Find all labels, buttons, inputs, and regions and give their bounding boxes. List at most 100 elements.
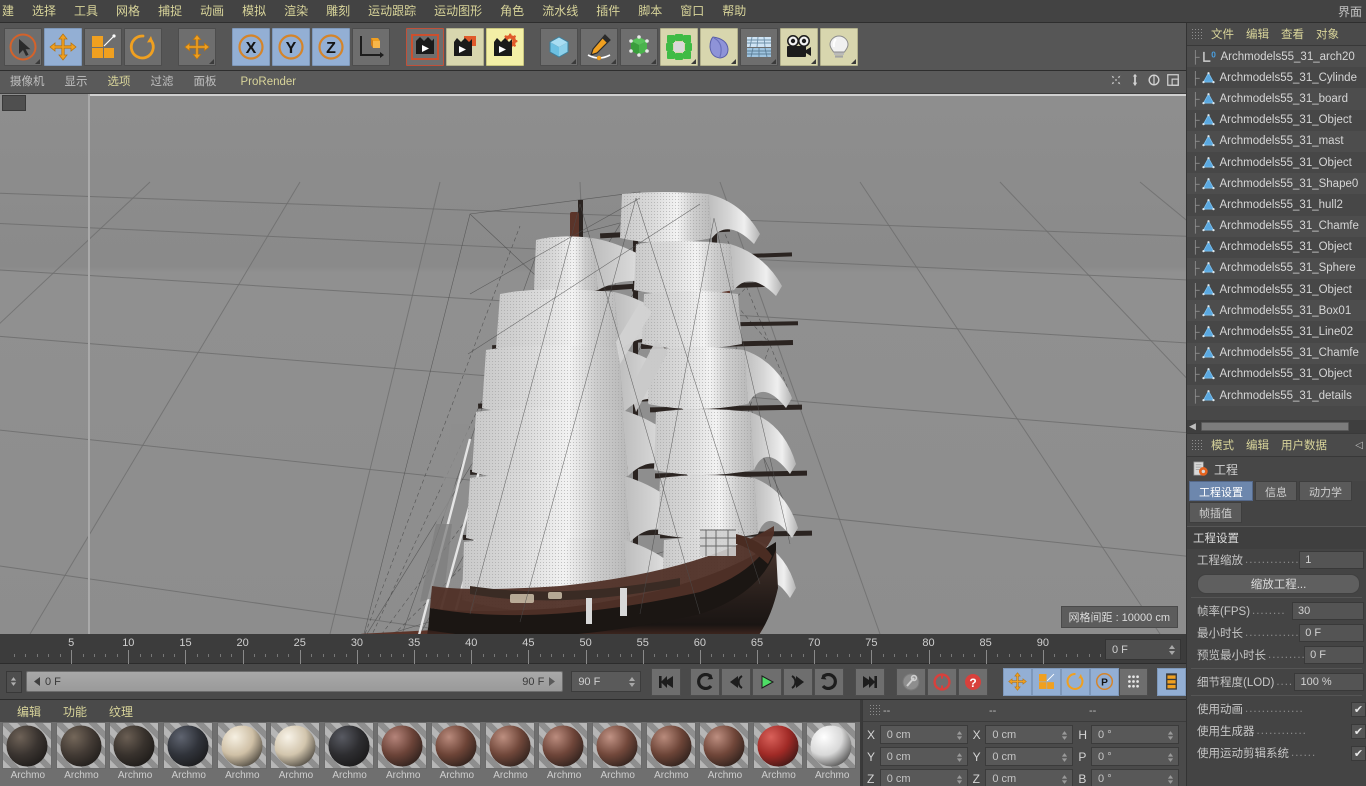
end-frame-field[interactable]: 90 F — [571, 671, 641, 692]
coord-field-position[interactable]: 0 cm — [879, 769, 968, 786]
move-tool[interactable] — [44, 27, 82, 66]
object-list-item[interactable]: ├ Archmodels55_31_Object — [1187, 109, 1366, 131]
render-settings-button[interactable] — [486, 27, 524, 66]
material-menu-0[interactable]: 编辑 — [6, 703, 52, 720]
frame-spinner-icon[interactable] — [1168, 644, 1176, 659]
hscroll-thumb[interactable] — [1201, 422, 1349, 431]
coord-spinner-icon[interactable] — [956, 730, 963, 744]
attribute-menu-2[interactable]: 用户数据 — [1275, 437, 1333, 453]
move-axis-tool[interactable] — [178, 27, 216, 66]
parameter-key-toggle[interactable]: P — [1090, 667, 1119, 696]
menu-item-16[interactable]: 帮助 — [713, 0, 755, 22]
object-manager-menu-1[interactable]: 编辑 — [1240, 26, 1275, 42]
object-list-item[interactable]: ├ Archmodels55_31_Object — [1187, 279, 1366, 301]
menu-item-4[interactable]: 捕捉 — [149, 0, 191, 22]
render-view-button[interactable] — [406, 27, 444, 66]
add-scene-environment-button[interactable] — [740, 27, 778, 66]
material-menu-2[interactable]: 纹理 — [98, 703, 144, 720]
object-list-hscrollbar[interactable]: ◀ — [1187, 420, 1366, 433]
timeline-ruler[interactable]: 5 10 15 20 25 30 35 40 45 50 55 60 65 70 75 80 85 90 — [0, 634, 1186, 664]
attribute-menu-0[interactable]: 模式 — [1205, 437, 1240, 453]
rotate-tool[interactable] — [124, 27, 162, 66]
live-selection-tool[interactable] — [4, 27, 42, 66]
material-swatch[interactable]: Archmo — [538, 722, 590, 786]
attribute-value-field[interactable]: 0 F — [1299, 624, 1364, 642]
panel-grip-icon[interactable] — [1191, 438, 1202, 452]
coord-field-position[interactable]: 0 cm — [879, 747, 968, 766]
timeline-toggle[interactable] — [1157, 667, 1186, 696]
material-swatch[interactable]: Archmo — [431, 722, 483, 786]
panel-grip-icon[interactable] — [1191, 27, 1202, 41]
end-frame-spinner-icon[interactable] — [628, 676, 636, 691]
coord-spinner-icon[interactable] — [1061, 774, 1068, 786]
attribute-tabs[interactable]: 工程设置 信息 动力学 — [1187, 481, 1366, 501]
attribute-tabs-row2[interactable]: 帧插值 — [1187, 502, 1366, 523]
add-mograph-cloner-button[interactable] — [660, 27, 698, 66]
menu-item-15[interactable]: 窗口 — [671, 0, 713, 22]
menu-item-0[interactable]: 建 — [0, 0, 23, 22]
attribute-value-field[interactable]: 1 — [1299, 551, 1364, 569]
coord-field-size[interactable]: 0 cm — [985, 769, 1074, 786]
material-swatch[interactable]: Archmo — [806, 722, 858, 786]
viewport-menu-4[interactable]: 面板 — [184, 71, 227, 93]
scene-3d-render[interactable] — [0, 94, 1186, 634]
menu-item-3[interactable]: 网格 — [107, 0, 149, 22]
object-list-item[interactable]: ├ Archmodels55_31_Object — [1187, 236, 1366, 258]
material-swatch[interactable]: Archmo — [645, 722, 698, 786]
object-list-item[interactable]: ├ 0 Archmodels55_31_arch20 — [1187, 46, 1366, 68]
material-grid[interactable]: Archmo Archmo Archmo Archmo Archmo Archmo Arch… — [0, 722, 860, 786]
menu-item-6[interactable]: 模拟 — [233, 0, 275, 22]
axis-x-lock[interactable]: X — [232, 27, 270, 66]
material-swatch[interactable]: Archmo — [216, 722, 269, 786]
material-swatch[interactable]: Archmo — [109, 722, 161, 786]
add-deformer-button[interactable] — [700, 27, 738, 66]
menu-item-2[interactable]: 工具 — [65, 0, 107, 22]
menu-item-1[interactable]: 选择 — [23, 0, 65, 22]
add-camera-button[interactable] — [780, 27, 818, 66]
step-forward-button[interactable] — [783, 667, 813, 696]
material-swatch[interactable]: Archmo — [270, 722, 322, 786]
coord-spinner-icon[interactable] — [1061, 752, 1068, 766]
material-swatch[interactable]: Archmo — [55, 722, 108, 786]
add-generator-button[interactable] — [620, 27, 658, 66]
add-light-button[interactable] — [820, 27, 858, 66]
object-list-item[interactable]: ├ Archmodels55_31_Object — [1187, 363, 1366, 385]
position-key-toggle[interactable] — [1003, 667, 1032, 696]
preview-range-bar[interactable]: 0 F 90 F — [25, 671, 564, 692]
material-swatch[interactable]: Archmo — [323, 722, 376, 786]
attribute-checkbox[interactable]: ✔ — [1351, 701, 1366, 717]
object-list-item[interactable]: ├ Archmodels55_31_board — [1187, 88, 1366, 110]
coord-spinner-icon[interactable] — [1061, 730, 1068, 744]
object-manager-menu-0[interactable]: 文件 — [1205, 26, 1240, 42]
attribute-tab[interactable]: 帧插值 — [1189, 502, 1242, 523]
coord-field-size[interactable]: 0 cm — [985, 725, 1074, 744]
attribute-tab[interactable]: 信息 — [1255, 481, 1297, 501]
coord-field-size[interactable]: 0 cm — [985, 747, 1074, 766]
attribute-menu-1[interactable]: 编辑 — [1240, 437, 1275, 453]
attribute-tab[interactable]: 动力学 — [1299, 481, 1352, 501]
coord-field-rotation[interactable]: 0 ° — [1091, 747, 1180, 766]
object-list-item[interactable]: ├ Archmodels55_31_Object — [1187, 151, 1366, 174]
menu-item-8[interactable]: 雕刻 — [317, 0, 359, 22]
object-list-item[interactable]: ├ Archmodels55_31_Chamfe — [1187, 342, 1366, 364]
current-frame-field[interactable]: 0 F — [1105, 639, 1181, 660]
add-cube-object-button[interactable] — [540, 27, 578, 66]
attribute-tab[interactable]: 工程设置 — [1189, 481, 1253, 501]
menu-item-11[interactable]: 角色 — [491, 0, 533, 22]
world-object-axis[interactable] — [352, 27, 390, 66]
object-manager-menu-2[interactable]: 查看 — [1275, 26, 1310, 42]
viewport-menu-3[interactable]: 过滤 — [141, 71, 184, 93]
loop-back-button[interactable] — [690, 667, 720, 696]
material-menu-1[interactable]: 功能 — [52, 703, 98, 720]
menu-item-14[interactable]: 脚本 — [629, 0, 671, 22]
axis-y-lock[interactable]: Y — [272, 27, 310, 66]
rotation-key-toggle[interactable] — [1061, 667, 1090, 696]
coord-spinner-icon[interactable] — [956, 752, 963, 766]
object-list-item[interactable]: ├ Archmodels55_31_Cylinde — [1187, 67, 1366, 89]
object-list-item[interactable]: ├ Archmodels55_31_Shape0 — [1187, 173, 1366, 195]
object-manager-menu-3[interactable]: 对象 — [1310, 26, 1345, 42]
scale-key-toggle[interactable] — [1032, 667, 1061, 696]
keyframe-selection-button[interactable]: ? — [958, 667, 988, 696]
scroll-left-arrow-icon[interactable]: ◀ — [1189, 421, 1196, 432]
viewport-tab-handle[interactable] — [2, 95, 26, 111]
